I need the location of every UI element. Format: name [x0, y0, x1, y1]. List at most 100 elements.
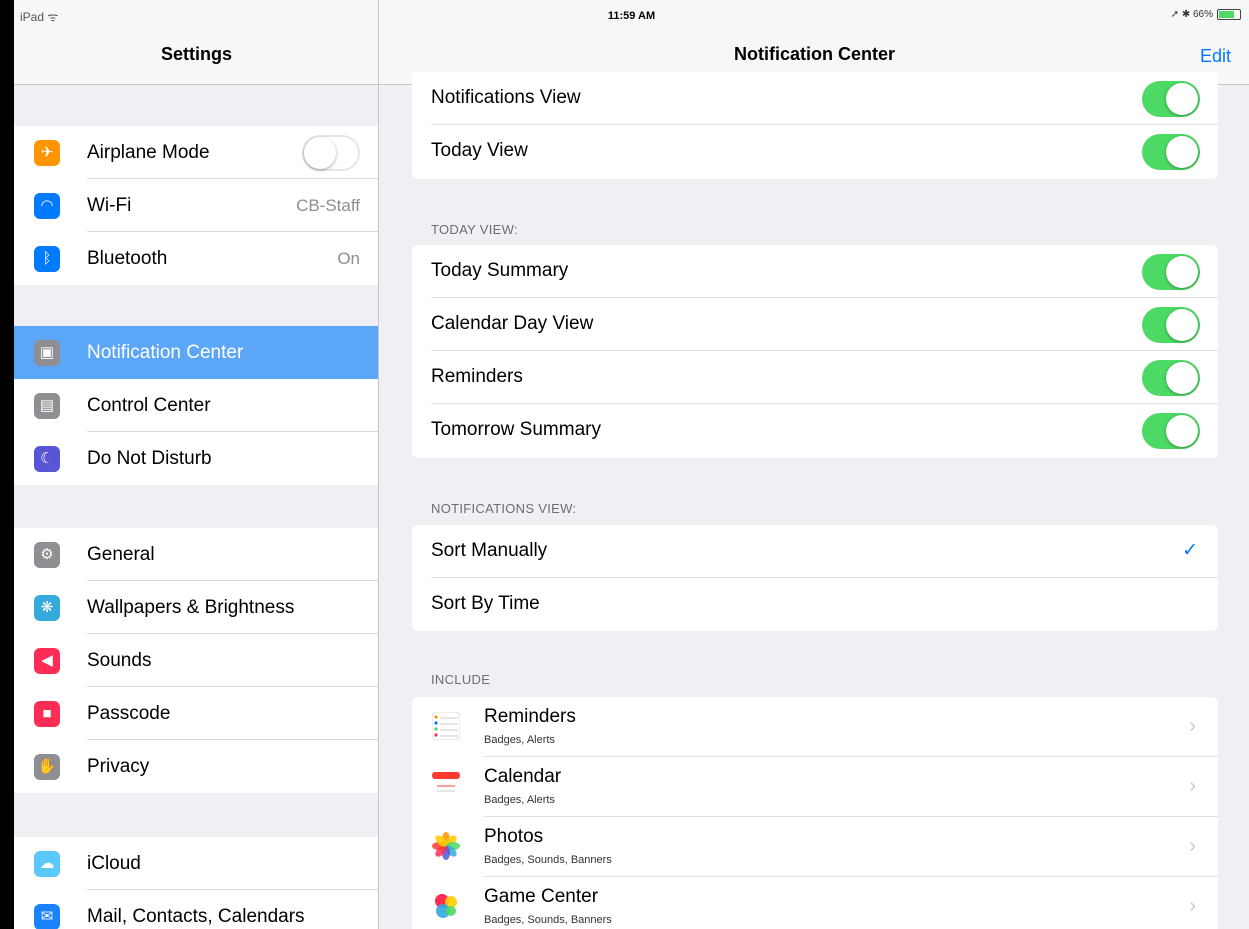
battery-icon	[1217, 9, 1241, 20]
status-time: 11:59 AM	[607, 10, 656, 22]
sidebar-divider	[378, 0, 379, 929]
today-summary-row: Today Summary	[412, 245, 1218, 298]
include-card: Reminders Badges, Alerts › Calendar Badges, …	[412, 697, 1218, 929]
notifications-view-row: Notifications View	[412, 72, 1218, 125]
app-alert-style: Badges, Sounds, Banners	[484, 914, 612, 926]
cloud-icon: ☁	[34, 851, 60, 877]
tomorrow-summary-toggle[interactable]	[1142, 413, 1200, 449]
notification-center-icon: ▣	[34, 340, 60, 366]
sidebar-item-label: Wi-Fi	[87, 194, 132, 216]
sidebar-item-sounds[interactable]: ◀ Sounds	[14, 634, 378, 687]
settings-sidebar: ✈ Airplane Mode ◠ Wi-Fi CB-Staff ᛒ Bluetooth On…	[14, 85, 378, 929]
sidebar-item-label: Airplane Mode	[87, 141, 210, 163]
notifications-view-header: NOTIFICATIONS VIEW:	[431, 501, 577, 516]
checkmark-icon: ✓	[1182, 540, 1198, 561]
chevron-right-icon: ›	[1189, 895, 1196, 917]
tomorrow-summary-label: Tomorrow Summary	[431, 419, 601, 440]
page-title: Notification Center	[733, 44, 895, 64]
wallpaper-icon: ❋	[34, 595, 60, 621]
chevron-right-icon: ›	[1189, 715, 1196, 737]
chevron-right-icon: ›	[1189, 835, 1196, 857]
calendar-icon	[432, 772, 460, 800]
sidebar-item-notification-center[interactable]: ▣ Notification Center	[14, 326, 378, 379]
app-name: Photos	[484, 826, 544, 847]
airplane-mode-toggle[interactable]	[302, 135, 360, 171]
reminders-label: Reminders	[431, 366, 523, 387]
sidebar-group-connectivity: ✈ Airplane Mode ◠ Wi-Fi CB-Staff ᛒ Bluetooth On	[14, 126, 378, 285]
today-view-label: Today View	[431, 140, 528, 161]
control-center-icon: ▤	[34, 393, 60, 419]
sidebar-item-label: Mail, Contacts, Calendars	[87, 905, 305, 927]
sidebar-item-label: Bluetooth	[87, 247, 168, 269]
sidebar-item-icloud[interactable]: ☁ iCloud	[14, 837, 378, 890]
wifi-icon: ◠	[34, 193, 60, 219]
sort-manually-label: Sort Manually	[431, 540, 548, 561]
sidebar-group-centers: ▣ Notification Center ▤ Control Center ☾ Do N…	[14, 326, 378, 485]
app-name: Game Center	[484, 886, 599, 907]
sidebar-item-mail-contacts-calendars[interactable]: ✉ Mail, Contacts, Calendars	[14, 890, 378, 929]
battery-indicator: ➚ ✱ 66%	[1171, 9, 1241, 20]
include-game-center-row[interactable]: Game Center Badges, Sounds, Banners ›	[412, 877, 1218, 929]
airplane-icon: ✈	[34, 140, 60, 166]
sidebar-item-bluetooth[interactable]: ᛒ Bluetooth On	[14, 232, 378, 285]
app-alert-style: Badges, Alerts	[484, 794, 555, 806]
sidebar-item-value: On	[337, 248, 360, 268]
sidebar-item-label: General	[87, 543, 155, 565]
speaker-icon: ◀	[34, 648, 60, 674]
reminders-toggle[interactable]	[1142, 360, 1200, 396]
sidebar-item-label: Privacy	[87, 755, 150, 777]
sidebar-item-do-not-disturb[interactable]: ☾ Do Not Disturb	[14, 432, 378, 485]
sidebar-group-accounts: ☁ iCloud ✉ Mail, Contacts, Calendars	[14, 837, 378, 929]
sidebar-item-control-center[interactable]: ▤ Control Center	[14, 379, 378, 432]
today-view-card: Today Summary Calendar Day View Reminders T…	[412, 245, 1218, 458]
calendar-day-view-row: Calendar Day View	[412, 298, 1218, 351]
app-name: Calendar	[484, 766, 562, 787]
notifications-view-label: Notifications View	[431, 87, 581, 108]
sort-manually-option[interactable]: Sort Manually ✓	[412, 525, 1218, 578]
game-center-icon	[432, 892, 460, 920]
moon-icon: ☾	[34, 446, 60, 472]
photos-icon	[432, 832, 460, 860]
app-name: Reminders	[484, 706, 576, 727]
status-bar: iPad ᯤ 11:59 AM ➚ ✱ 66%	[14, 0, 1249, 34]
sort-by-time-label: Sort By Time	[431, 593, 540, 614]
edit-button[interactable]: Edit	[1200, 46, 1231, 67]
access-card: Notifications View Today View	[412, 72, 1218, 179]
sidebar-item-label: Wallpapers & Brightness	[87, 596, 295, 618]
hand-icon: ✋	[34, 754, 60, 780]
notifications-view-toggle[interactable]	[1142, 81, 1200, 117]
app-alert-style: Badges, Sounds, Banners	[484, 854, 612, 866]
sidebar-group-general: ⚙ General ❋ Wallpapers & Brightness ◀ Sounds ■…	[14, 528, 378, 793]
lock-icon: ■	[34, 701, 60, 727]
reminders-row: Reminders	[412, 351, 1218, 404]
chevron-right-icon: ›	[1189, 775, 1196, 797]
sidebar-item-airplane-mode[interactable]: ✈ Airplane Mode	[14, 126, 378, 179]
sidebar-item-label: Notification Center	[87, 341, 244, 363]
include-header: INCLUDE	[431, 672, 491, 687]
sidebar-item-label: iCloud	[87, 852, 141, 874]
sidebar-item-privacy[interactable]: ✋ Privacy	[14, 740, 378, 793]
reminders-icon	[431, 711, 461, 741]
sidebar-item-label: Passcode	[87, 702, 171, 724]
battery-text: ➚ ✱ 66%	[1170, 9, 1213, 20]
include-reminders-row[interactable]: Reminders Badges, Alerts ›	[412, 697, 1218, 757]
today-view-toggle[interactable]	[1142, 134, 1200, 170]
sort-by-time-option[interactable]: Sort By Time	[412, 578, 1218, 631]
sidebar-item-wallpapers-brightness[interactable]: ❋ Wallpapers & Brightness	[14, 581, 378, 634]
notification-center-detail: Notifications View Today View TODAY VIEW:…	[412, 72, 1218, 929]
today-view-header: TODAY VIEW:	[431, 222, 518, 237]
calendar-day-view-toggle[interactable]	[1142, 307, 1200, 343]
ipad-screen: iPad ᯤ 11:59 AM ➚ ✱ 66% Settings Notific…	[14, 0, 1249, 929]
sidebar-item-general[interactable]: ⚙ General	[14, 528, 378, 581]
sidebar-item-wi-fi[interactable]: ◠ Wi-Fi CB-Staff	[14, 179, 378, 232]
today-view-row: Today View	[412, 125, 1218, 178]
include-photos-row[interactable]: Photos Badges, Sounds, Banners ›	[412, 817, 1218, 877]
today-summary-toggle[interactable]	[1142, 254, 1200, 290]
include-calendar-row[interactable]: Calendar Badges, Alerts ›	[412, 757, 1218, 817]
sidebar-item-label: Control Center	[87, 394, 211, 416]
tomorrow-summary-row: Tomorrow Summary	[412, 404, 1218, 457]
sidebar-item-label: Do Not Disturb	[87, 447, 212, 469]
sidebar-item-passcode[interactable]: ■ Passcode	[14, 687, 378, 740]
bluetooth-icon: ᛒ	[34, 246, 60, 272]
sidebar-item-value: CB-Staff	[296, 195, 360, 215]
